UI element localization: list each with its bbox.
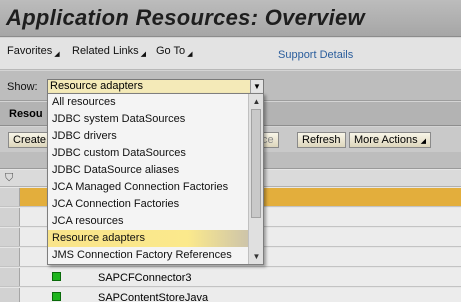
- table-row[interactable]: SAPContentStoreJava: [0, 288, 461, 302]
- row-selector[interactable]: [0, 208, 20, 226]
- dropdown-option[interactable]: JCA Connection Factories: [48, 196, 248, 213]
- resource-name[interactable]: SAPCFConnector3: [98, 272, 192, 284]
- resource-name[interactable]: SAPContentStoreJava: [98, 292, 208, 302]
- dropdown-option[interactable]: JDBC custom DataSources: [48, 145, 248, 162]
- dropdown-option[interactable]: JDBC system DataSources: [48, 111, 248, 128]
- triangle-down-icon: ◢: [187, 51, 193, 58]
- menu-go-to[interactable]: Go To ◢: [156, 45, 193, 58]
- page-title: Application Resources: Overview: [6, 5, 365, 30]
- dropdown-option[interactable]: JCA Managed Connection Factories: [48, 179, 248, 196]
- show-dropdown-list: All resources JDBC system DataSources JD…: [47, 93, 264, 265]
- dropdown-option[interactable]: JDBC drivers: [48, 128, 248, 145]
- more-actions-button[interactable]: More Actions ◢: [349, 132, 431, 148]
- title-bar: Application Resources: Overview: [0, 0, 461, 37]
- menu-related-links[interactable]: Related Links ◢: [72, 45, 146, 58]
- scrollbar-thumb[interactable]: [251, 109, 261, 218]
- create-button[interactable]: Create: [8, 132, 52, 148]
- menu-favorites-label: Favorites: [7, 45, 53, 57]
- menu-go-to-label: Go To: [156, 45, 186, 57]
- row-selector[interactable]: [0, 228, 20, 246]
- triangle-down-icon: ◢: [420, 138, 426, 145]
- panel-title: Resou: [9, 108, 43, 120]
- show-select-value: Resource adapters: [50, 80, 143, 92]
- status-icon: [52, 292, 61, 301]
- dropdown-option[interactable]: All resources: [48, 94, 248, 111]
- menu-related-links-label: Related Links: [72, 45, 139, 57]
- show-label: Show:: [7, 81, 38, 93]
- chevron-down-icon[interactable]: ▼: [250, 80, 263, 93]
- dropdown-option[interactable]: JCA resources: [48, 213, 248, 230]
- status-icon: [52, 272, 61, 281]
- triangle-down-icon: ◢: [54, 51, 60, 58]
- table-row[interactable]: SAPCFConnector3: [0, 268, 461, 287]
- dropdown-scrollbar[interactable]: ▲ ▼: [248, 94, 263, 264]
- row-selector[interactable]: [0, 288, 20, 302]
- more-actions-label: More Actions: [354, 134, 418, 146]
- dropdown-option[interactable]: JMS Connection Factory References: [48, 247, 248, 264]
- filter-icon[interactable]: ⛉: [5, 172, 13, 185]
- row-selector[interactable]: [0, 248, 20, 266]
- menu-favorites[interactable]: Favorites ◢: [7, 45, 60, 58]
- refresh-button[interactable]: Refresh: [297, 132, 346, 148]
- chevron-down-icon[interactable]: ▼: [250, 250, 263, 263]
- support-details-link[interactable]: Support Details: [278, 49, 353, 61]
- chevron-up-icon[interactable]: ▲: [250, 95, 263, 108]
- triangle-down-icon: ◢: [140, 51, 147, 58]
- show-select[interactable]: Resource adapters ▼: [47, 79, 264, 94]
- dropdown-option-selected[interactable]: Resource adapters: [48, 230, 248, 247]
- row-selector[interactable]: [0, 188, 20, 206]
- row-selector[interactable]: [0, 268, 20, 286]
- dropdown-option[interactable]: JDBC DataSource aliases: [48, 162, 248, 179]
- menu-bar: Favorites ◢ Related Links ◢ Go To ◢ Support…: [0, 38, 461, 70]
